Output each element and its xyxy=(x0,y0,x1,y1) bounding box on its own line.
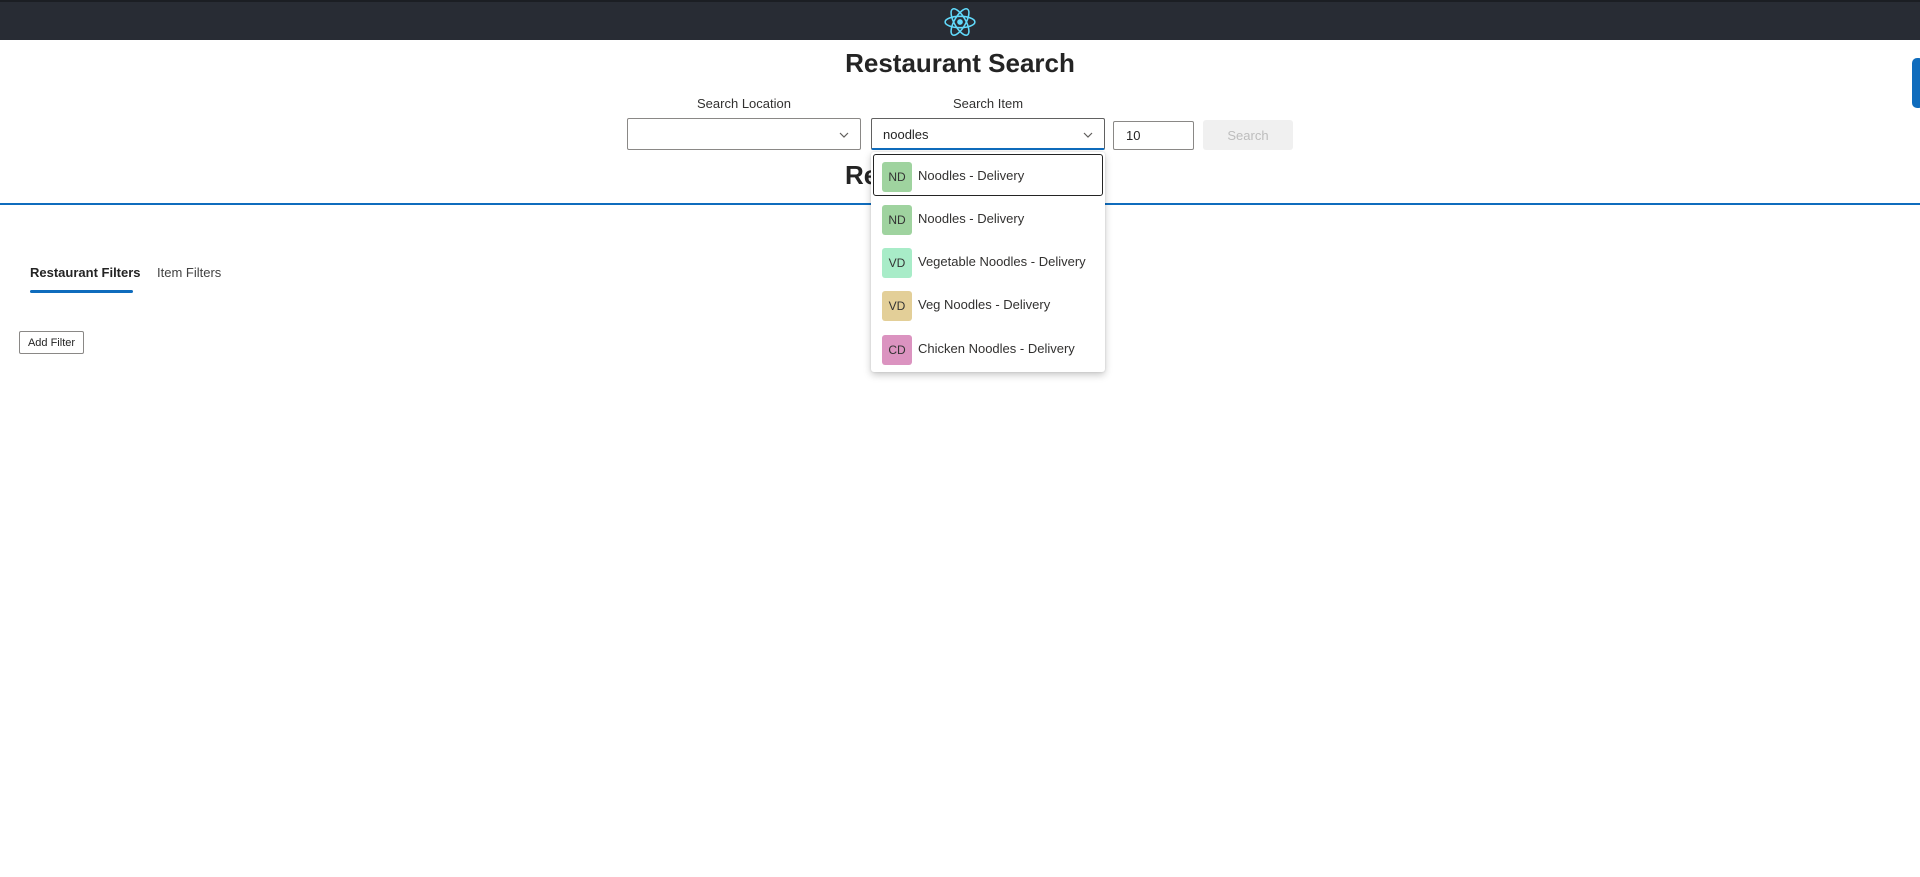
avatar: ND xyxy=(882,162,912,192)
react-logo-icon xyxy=(944,8,976,36)
chevron-down-icon[interactable] xyxy=(838,129,850,141)
search-item-combobox[interactable]: noodles xyxy=(871,118,1105,150)
list-item[interactable]: VD Vegetable Noodles - Delivery xyxy=(873,240,1103,282)
list-item[interactable]: VD Veg Noodles - Delivery xyxy=(873,283,1103,325)
add-filter-button[interactable]: Add Filter xyxy=(19,331,84,354)
tab-item-filters[interactable]: Item Filters xyxy=(157,265,221,280)
tab-restaurant-filters[interactable]: Restaurant Filters xyxy=(30,265,141,280)
search-location-label: Search Location xyxy=(697,96,791,111)
top-bar xyxy=(0,0,1920,40)
page-title: Restaurant Search xyxy=(845,48,1075,78)
search-item-value: noodles xyxy=(883,127,929,142)
option-label: Chicken Noodles - Delivery xyxy=(918,341,1075,356)
list-item[interactable]: CD Chicken Noodles - Delivery xyxy=(873,327,1103,369)
avatar: VD xyxy=(882,248,912,278)
option-label: Vegetable Noodles - Delivery xyxy=(918,254,1086,269)
search-location-combobox[interactable] xyxy=(627,118,861,150)
search-item-listbox: ND Noodles - Delivery ND Noodles - Deliv… xyxy=(871,152,1105,372)
search-button[interactable]: Search xyxy=(1203,120,1293,150)
side-panel-tab[interactable] xyxy=(1912,58,1920,108)
avatar: VD xyxy=(882,291,912,321)
option-label: Noodles - Delivery xyxy=(918,168,1025,183)
option-label: Veg Noodles - Delivery xyxy=(918,297,1051,312)
avatar: CD xyxy=(882,335,912,365)
list-item[interactable]: ND Noodles - Delivery xyxy=(873,197,1103,239)
avatar: ND xyxy=(882,205,912,235)
chevron-down-icon[interactable] xyxy=(1082,129,1094,141)
result-count-input[interactable] xyxy=(1113,121,1194,150)
selected-tab-indicator xyxy=(30,290,133,293)
list-item[interactable]: ND Noodles - Delivery xyxy=(873,154,1103,196)
option-label: Noodles - Delivery xyxy=(918,211,1025,226)
search-item-label: Search Item xyxy=(952,96,1024,111)
